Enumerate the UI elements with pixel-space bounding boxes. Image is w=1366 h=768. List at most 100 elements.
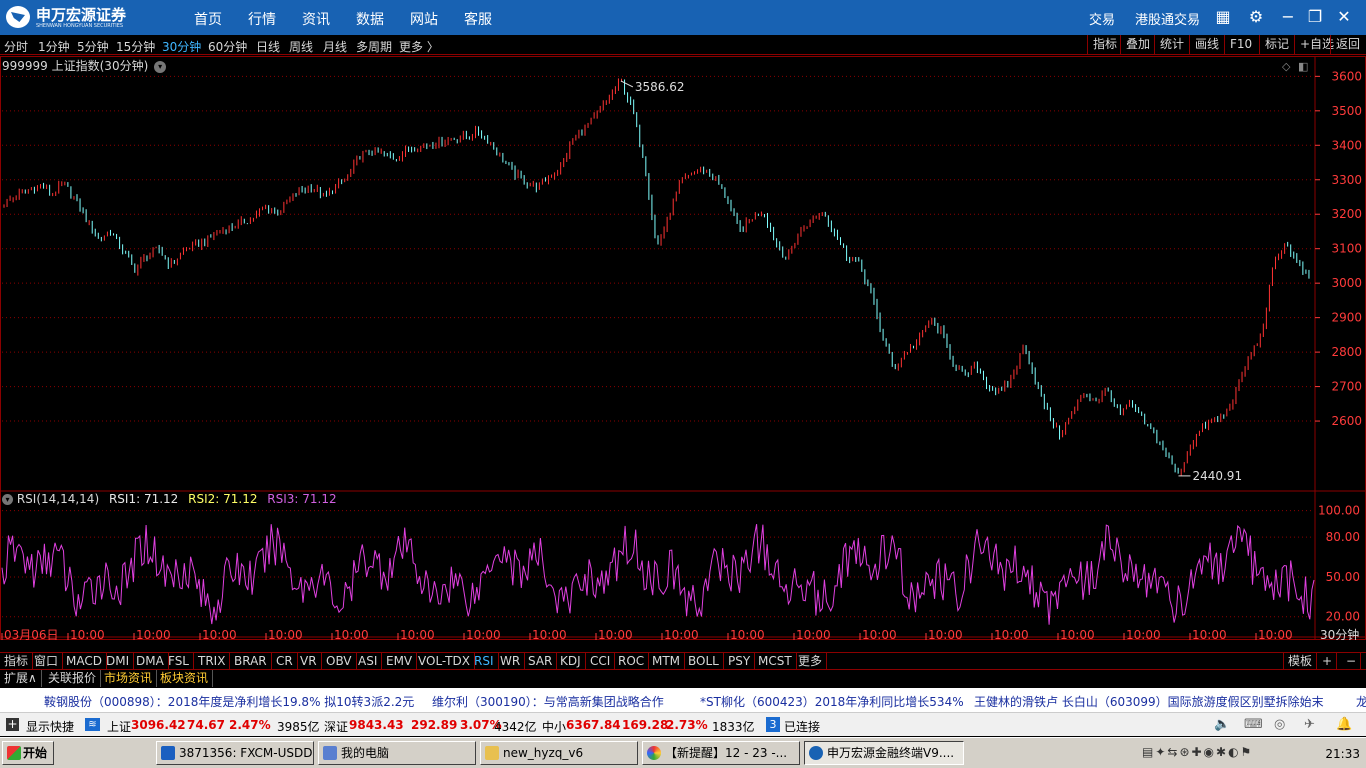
- indicator-tab-obv[interactable]: OBV: [322, 653, 357, 670]
- signal-icon[interactable]: ◎: [1274, 717, 1285, 732]
- task-browser[interactable]: 【新提醒】12 - 23 -...: [642, 741, 800, 765]
- indicator-tab-rsi[interactable]: RSI: [470, 653, 499, 670]
- collapse-icon[interactable]: ▾: [2, 494, 13, 505]
- chevron-down-icon[interactable]: ▾: [154, 60, 167, 73]
- period-5min[interactable]: 5分钟: [77, 38, 109, 55]
- sh-value: 3096.42: [131, 718, 186, 732]
- quick-plus-icon[interactable]: +: [6, 718, 19, 731]
- y-tick-label: 2800: [1331, 345, 1362, 359]
- chart-icon[interactable]: ≋: [85, 718, 100, 731]
- x-tick-label: 10:00: [1060, 628, 1095, 640]
- add-pane-button[interactable]: +: [1318, 653, 1338, 670]
- indicator-tab-vr[interactable]: VR: [296, 653, 322, 670]
- news-item[interactable]: 鞍钢股份（000898）：2018年度是净利增长19.8% 拟10转3派2.2元: [44, 693, 414, 710]
- speaker-icon[interactable]: 🔈: [1214, 717, 1230, 732]
- period-more[interactable]: 更多 〉: [399, 38, 439, 55]
- gear-icon[interactable]: ⚙: [1246, 7, 1266, 27]
- indicator-tab-dmi[interactable]: DMI: [102, 653, 135, 670]
- indicator-tab-cr[interactable]: CR: [272, 653, 298, 670]
- period-15min[interactable]: 15分钟: [116, 38, 155, 55]
- ext-market-news[interactable]: 市场资讯: [100, 670, 158, 687]
- period-1min[interactable]: 1分钟: [38, 38, 70, 55]
- news-item[interactable]: *ST柳化（600423）2018年净利同比增长534%: [700, 693, 964, 710]
- tool-draw[interactable]: 画线: [1189, 35, 1219, 55]
- indicator-tab--[interactable]: 指标: [0, 653, 34, 670]
- ext-related-quotes[interactable]: 关联报价: [44, 670, 102, 687]
- template-button[interactable]: 模板: [1283, 653, 1318, 670]
- grid-icon[interactable]: ▦: [1213, 7, 1233, 27]
- menu-website[interactable]: 网站: [410, 9, 438, 29]
- price-chart[interactable]: 3600 3500 3400 3300 3200 3100 3000 2900 2800 2700…: [0, 56, 1366, 640]
- computer-icon: [323, 746, 337, 760]
- menu-news[interactable]: 资讯: [302, 9, 330, 29]
- menu-data[interactable]: 数据: [356, 9, 384, 29]
- app-logo: 申万宏源证券 SHENWAN HONGYUAN SECURITIES: [6, 4, 130, 30]
- news-item[interactable]: 维尔利（300190）：与常高新集团战略合作: [432, 693, 664, 710]
- minimize-icon[interactable]: −: [1278, 7, 1298, 27]
- tool-f10[interactable]: F10: [1224, 35, 1252, 55]
- indicator-tab-sar[interactable]: SAR: [524, 653, 558, 670]
- y-tick-label: 3100: [1331, 242, 1362, 256]
- indicator-tab-vol-tdx[interactable]: VOL-TDX: [414, 653, 475, 670]
- close-icon[interactable]: ✕: [1334, 7, 1354, 27]
- indicator-tab-kdj[interactable]: KDJ: [556, 653, 586, 670]
- tool-add-watch[interactable]: +自选: [1294, 35, 1334, 55]
- remove-pane-button[interactable]: −: [1342, 653, 1362, 670]
- period-monthly[interactable]: 月线: [323, 38, 347, 55]
- indicator-tab-macd[interactable]: MACD: [62, 653, 107, 670]
- indicator-tab-trix[interactable]: TRIX: [194, 653, 231, 670]
- start-button[interactable]: 开始: [2, 741, 54, 765]
- period-multi[interactable]: 多周期: [356, 38, 392, 55]
- rsi-line: [1, 524, 1315, 625]
- chart-canvas[interactable]: 3600 3500 3400 3300 3200 3100 3000 2900 2800 2700…: [0, 56, 1366, 640]
- ext-expand[interactable]: 扩展∧: [0, 670, 42, 687]
- period-30min[interactable]: 30分钟: [162, 38, 201, 55]
- indicator-tab-bar: 指标 窗口 MACD DMI DMA FSL TRIX BRAR CR VR OBV ASI EMV VO…: [0, 652, 1366, 670]
- ext-sector-news[interactable]: 板块资讯: [156, 670, 214, 687]
- menu-service[interactable]: 客服: [464, 9, 492, 29]
- news-item[interactable]: 龙: [1356, 693, 1366, 710]
- indicator-tab-brar[interactable]: BRAR: [230, 653, 272, 670]
- tool-mark[interactable]: 标记: [1259, 35, 1289, 55]
- sz-change: 292.89: [411, 718, 458, 732]
- indicator-tab-roc[interactable]: ROC: [614, 653, 650, 670]
- indicator-tab-mtm[interactable]: MTM: [648, 653, 686, 670]
- indicator-tab-boll[interactable]: BOLL: [684, 653, 724, 670]
- period-daily[interactable]: 日线: [256, 38, 280, 55]
- period-60min[interactable]: 60分钟: [208, 38, 247, 55]
- tool-stats[interactable]: 统计: [1154, 35, 1184, 55]
- period-intraday[interactable]: 分时: [4, 38, 28, 55]
- task-swhy-terminal[interactable]: 申万宏源金融终端V9....: [804, 741, 964, 765]
- period-weekly[interactable]: 周线: [289, 38, 313, 55]
- indicator-tab-psy[interactable]: PSY: [724, 653, 756, 670]
- network-icon[interactable]: ✈: [1304, 717, 1315, 732]
- tool-indicator[interactable]: 指标: [1087, 35, 1117, 55]
- menu-quotes[interactable]: 行情: [248, 9, 276, 29]
- tool-back[interactable]: 返回: [1330, 35, 1360, 55]
- menu-hk-connect[interactable]: 港股通交易: [1135, 9, 1200, 28]
- quick-toggle[interactable]: 显示快捷: [26, 718, 74, 735]
- title-bar: 申万宏源证券 SHENWAN HONGYUAN SECURITIES 首页 行情…: [0, 0, 1366, 35]
- indicator-tab-asi[interactable]: ASI: [354, 653, 383, 670]
- bell-icon[interactable]: 🔔: [1336, 717, 1352, 732]
- indicator-tab--[interactable]: 窗口: [30, 653, 64, 670]
- restore-icon[interactable]: ❐: [1305, 7, 1325, 27]
- task-folder[interactable]: new_hyzq_v6: [480, 741, 638, 765]
- keyboard-icon[interactable]: ⌨: [1244, 717, 1263, 732]
- status-bar: + 显示快捷 ≋ 上证 3096.42 74.67 2.47% 3985亿 深证…: [0, 712, 1366, 736]
- x-tick-label: 10:00: [1258, 628, 1293, 640]
- task-fxcm[interactable]: 3871356: FXCM-USDDe...: [156, 741, 314, 765]
- indicator-tab-fsl[interactable]: FSL: [164, 653, 194, 670]
- indicator-tab-wr[interactable]: WR: [496, 653, 526, 670]
- task-my-computer[interactable]: 我的电脑: [318, 741, 476, 765]
- news-item[interactable]: 王健林的滑铁卢 长白山（603099）国际旅游度假区别墅拆除始末: [974, 693, 1324, 710]
- indicator-tab-emv[interactable]: EMV: [382, 653, 418, 670]
- indicator-tab--[interactable]: 更多: [794, 653, 828, 670]
- diamond-icon: ◇: [1282, 60, 1291, 73]
- menu-home[interactable]: 首页: [194, 9, 222, 29]
- indicator-tab-cci[interactable]: CCI: [586, 653, 616, 670]
- tool-overlay[interactable]: 叠加: [1120, 35, 1150, 55]
- indicator-tab-mcst[interactable]: MCST: [754, 653, 797, 670]
- tray-icons[interactable]: ▤✦⇆⊛✚◉✱◐⚑: [1142, 745, 1253, 759]
- menu-trade[interactable]: 交易: [1089, 9, 1115, 28]
